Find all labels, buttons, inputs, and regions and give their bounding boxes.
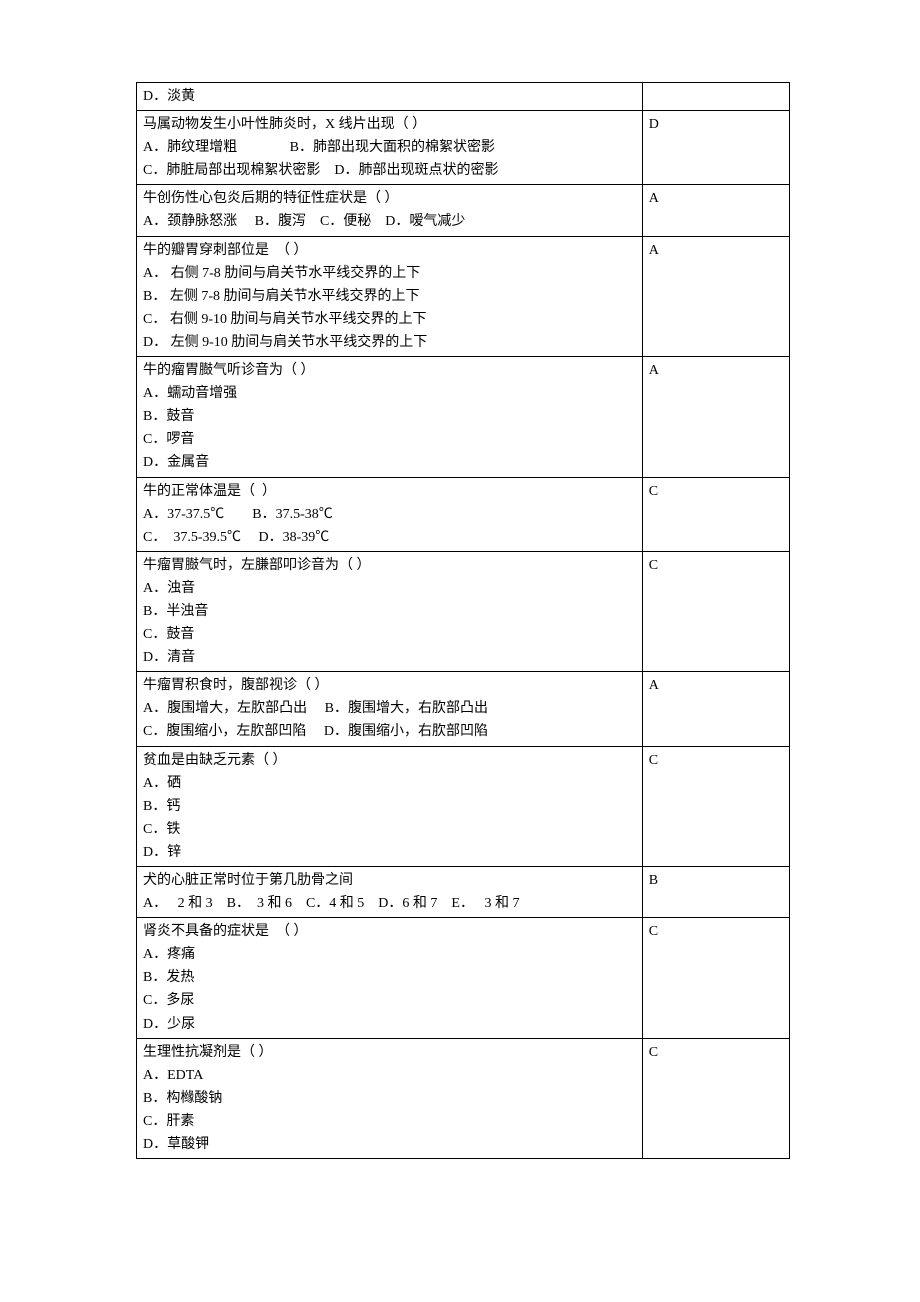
- question-line: D．少尿: [143, 1013, 636, 1036]
- question-cell: 牛瘤胃臌气时，左膁部叩诊音为（ ）A．浊音B．半浊音C．鼓音D．清音: [137, 551, 643, 671]
- question-line: A．疼痛: [143, 943, 636, 966]
- question-cell: 贫血是由缺乏元素（ ）A．硒B．钙C．铁D．锌: [137, 746, 643, 866]
- table-row: 肾炎不具备的症状是 （ ）A．疼痛B．发热C．多尿D．少尿C: [137, 918, 790, 1038]
- question-line: 马属动物发生小叶性肺炎时，X 线片出现（ ）: [143, 113, 636, 136]
- table-row: 牛的瘤胃臌气听诊音为（ ）A．蠕动音增强B．鼓音C．啰音D．金属音A: [137, 357, 790, 477]
- question-line: 牛创伤性心包炎后期的特征性症状是（ ）: [143, 187, 636, 210]
- answer-cell: B: [642, 867, 789, 918]
- question-line: C．多尿: [143, 989, 636, 1012]
- table-row: 马属动物发生小叶性肺炎时，X 线片出现（ ）A．肺纹理增粗 B．肺部出现大面积的…: [137, 111, 790, 185]
- table-row: 生理性抗凝剂是（ ）A．EDTAB．构橼酸钠C．肝素D．草酸钾C: [137, 1038, 790, 1158]
- question-line: A．EDTA: [143, 1064, 636, 1087]
- table-row: 牛创伤性心包炎后期的特征性症状是（ ）A．颈静脉怒涨 B．腹泻 C．便秘 D．嗳…: [137, 185, 790, 236]
- question-line: C．肺脏局部出现棉絮状密影 D．肺部出现斑点状的密影: [143, 159, 636, 182]
- question-line: 生理性抗凝剂是（ ）: [143, 1041, 636, 1064]
- question-line: C．肝素: [143, 1110, 636, 1133]
- question-line: A．浊音: [143, 577, 636, 600]
- question-line: A．蠕动音增强: [143, 382, 636, 405]
- answer-cell: A: [642, 672, 789, 746]
- question-cell: 牛的瘤胃臌气听诊音为（ ）A．蠕动音增强B．鼓音C．啰音D．金属音: [137, 357, 643, 477]
- question-cell: 肾炎不具备的症状是 （ ）A．疼痛B．发热C．多尿D．少尿: [137, 918, 643, 1038]
- table-row: 牛瘤胃积食时，腹部视诊（ ）A．腹围增大，左肷部凸出 B．腹围增大，右肷部凸出C…: [137, 672, 790, 746]
- question-cell: 牛的正常体温是（ ）A．37-37.5℃ B．37.5-38℃C． 37.5-3…: [137, 477, 643, 551]
- question-line: D．淡黄: [143, 85, 636, 108]
- question-line: C．啰音: [143, 428, 636, 451]
- table-row: 牛的瓣胃穿刺部位是 （ ）A． 右侧 7-8 肋间与肩关节水平线交界的上下B． …: [137, 236, 790, 356]
- question-line: B．钙: [143, 795, 636, 818]
- question-line: A． 右侧 7-8 肋间与肩关节水平线交界的上下: [143, 262, 636, 285]
- answer-cell: C: [642, 746, 789, 866]
- answer-cell: A: [642, 357, 789, 477]
- question-line: B．半浊音: [143, 600, 636, 623]
- question-line: A．颈静脉怒涨 B．腹泻 C．便秘 D．嗳气减少: [143, 210, 636, 233]
- answer-cell: A: [642, 236, 789, 356]
- question-line: A．硒: [143, 772, 636, 795]
- question-line: 贫血是由缺乏元素（ ）: [143, 749, 636, 772]
- answer-cell: D: [642, 111, 789, 185]
- question-line: C．鼓音: [143, 623, 636, 646]
- answer-cell: C: [642, 918, 789, 1038]
- question-line: 肾炎不具备的症状是 （ ）: [143, 920, 636, 943]
- question-line: B．鼓音: [143, 405, 636, 428]
- question-line: C．腹围缩小，左肷部凹陷 D．腹围缩小，右肷部凹陷: [143, 720, 636, 743]
- question-line: D．草酸钾: [143, 1133, 636, 1156]
- question-line: D．锌: [143, 841, 636, 864]
- question-line: C． 右侧 9-10 肋间与肩关节水平线交界的上下: [143, 308, 636, 331]
- question-cell: 马属动物发生小叶性肺炎时，X 线片出现（ ）A．肺纹理增粗 B．肺部出现大面积的…: [137, 111, 643, 185]
- question-line: 牛瘤胃积食时，腹部视诊（ ）: [143, 674, 636, 697]
- question-line: D． 左侧 9-10 肋间与肩关节水平线交界的上下: [143, 331, 636, 354]
- question-line: A．37-37.5℃ B．37.5-38℃: [143, 503, 636, 526]
- question-line: 牛的瓣胃穿刺部位是 （ ）: [143, 239, 636, 262]
- question-cell: 生理性抗凝剂是（ ）A．EDTAB．构橼酸钠C．肝素D．草酸钾: [137, 1038, 643, 1158]
- question-line: A．腹围增大，左肷部凸出 B．腹围增大，右肷部凸出: [143, 697, 636, 720]
- question-line: B．构橼酸钠: [143, 1087, 636, 1110]
- question-cell: 牛的瓣胃穿刺部位是 （ ）A． 右侧 7-8 肋间与肩关节水平线交界的上下B． …: [137, 236, 643, 356]
- question-line: B．发热: [143, 966, 636, 989]
- question-line: 牛的正常体温是（ ）: [143, 480, 636, 503]
- question-cell: 牛瘤胃积食时，腹部视诊（ ）A．腹围增大，左肷部凸出 B．腹围增大，右肷部凸出C…: [137, 672, 643, 746]
- table-row: 犬的心脏正常时位于第几肋骨之间A． 2 和 3 B． 3 和 6 C．4 和 5…: [137, 867, 790, 918]
- question-cell: D．淡黄: [137, 83, 643, 111]
- question-line: 牛瘤胃臌气时，左膁部叩诊音为（ ）: [143, 554, 636, 577]
- question-cell: 犬的心脏正常时位于第几肋骨之间A． 2 和 3 B． 3 和 6 C．4 和 5…: [137, 867, 643, 918]
- table-row: 牛瘤胃臌气时，左膁部叩诊音为（ ）A．浊音B．半浊音C．鼓音D．清音C: [137, 551, 790, 671]
- question-line: C．铁: [143, 818, 636, 841]
- question-line: D．金属音: [143, 451, 636, 474]
- table-row: 牛的正常体温是（ ）A．37-37.5℃ B．37.5-38℃C． 37.5-3…: [137, 477, 790, 551]
- question-line: 犬的心脏正常时位于第几肋骨之间: [143, 869, 636, 892]
- answer-cell: C: [642, 1038, 789, 1158]
- question-line: B． 左侧 7-8 肋间与肩关节水平线交界的上下: [143, 285, 636, 308]
- question-line: C． 37.5-39.5℃ D．38-39℃: [143, 526, 636, 549]
- answer-cell: C: [642, 477, 789, 551]
- answer-cell: [642, 83, 789, 111]
- question-line: A．肺纹理增粗 B．肺部出现大面积的棉絮状密影: [143, 136, 636, 159]
- table-row: D．淡黄: [137, 83, 790, 111]
- answer-cell: A: [642, 185, 789, 236]
- table-row: 贫血是由缺乏元素（ ）A．硒B．钙C．铁D．锌C: [137, 746, 790, 866]
- question-cell: 牛创伤性心包炎后期的特征性症状是（ ）A．颈静脉怒涨 B．腹泻 C．便秘 D．嗳…: [137, 185, 643, 236]
- exam-table: D．淡黄马属动物发生小叶性肺炎时，X 线片出现（ ）A．肺纹理增粗 B．肺部出现…: [136, 82, 790, 1159]
- question-line: A． 2 和 3 B． 3 和 6 C．4 和 5 D．6 和 7 E． 3 和…: [143, 892, 636, 915]
- question-line: D．清音: [143, 646, 636, 669]
- answer-cell: C: [642, 551, 789, 671]
- question-line: 牛的瘤胃臌气听诊音为（ ）: [143, 359, 636, 382]
